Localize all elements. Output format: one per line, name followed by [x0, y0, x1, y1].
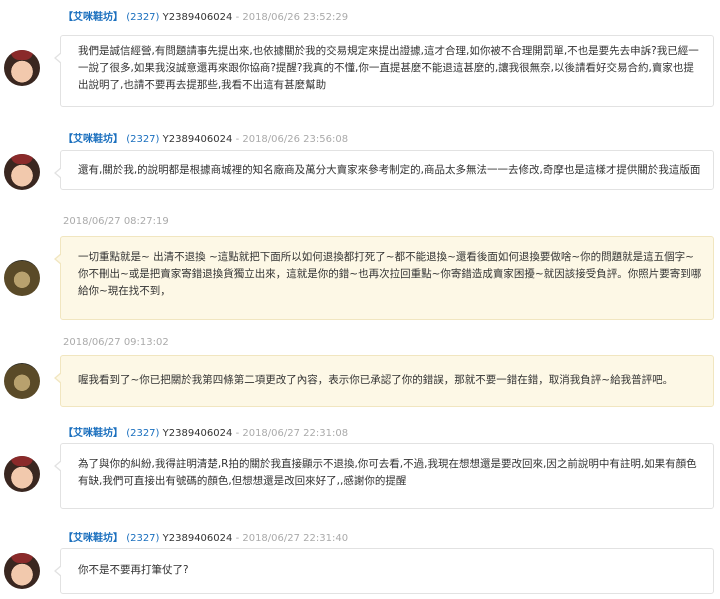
message-timestamp: - 2018/06/26 23:56:08 — [235, 134, 349, 145]
avatar — [4, 363, 40, 399]
message-timestamp: - 2018/06/27 22:31:40 — [235, 533, 349, 544]
message-bubble: 為了與你的糾紛,我得註明清楚,R拍的關於我直接顯示不退換,你可去看,不過,我現在… — [54, 443, 714, 509]
message-timestamp: 2018/06/27 09:13:02 — [63, 337, 169, 348]
seller-shop-name[interactable]: 【艾咪鞋坊】 — [63, 533, 123, 544]
avatar — [4, 154, 40, 190]
message-seller: 【艾咪鞋坊】 (2327) Y2389406024 - 2018/06/27 2… — [0, 523, 720, 599]
message-header: 2018/06/27 08:27:19 — [63, 216, 169, 227]
seller-user-id: Y2389406024 — [162, 12, 233, 23]
avatar — [4, 553, 40, 589]
message-bubble: 我們是誠信經營,有問題請事先提出來,也依據關於我的交易規定來提出證據,這才合理,… — [54, 35, 714, 107]
message-header: 2018/06/27 09:13:02 — [63, 337, 169, 348]
message-buyer: 2018/06/27 08:27:19 一切重點就是~ 出清不退換 ~這點就把下… — [0, 210, 720, 320]
avatar — [4, 260, 40, 296]
message-seller: 【艾咪鞋坊】 (2327) Y2389406024 - 2018/06/27 2… — [0, 418, 720, 518]
message-bubble: 還有,關於我,的說明都是根據商城裡的知名廠商及萬分大賣家來參考制定的,商品太多無… — [54, 150, 714, 190]
message-timestamp: - 2018/06/26 23:52:29 — [235, 12, 349, 23]
seller-shop-name[interactable]: 【艾咪鞋坊】 — [63, 12, 123, 23]
message-timestamp: 2018/06/27 08:27:19 — [63, 216, 169, 227]
message-text: 還有,關於我,的說明都是根據商城裡的知名廠商及萬分大賣家來參考制定的,商品太多無… — [78, 164, 701, 176]
avatar — [4, 50, 40, 86]
avatar — [4, 456, 40, 492]
message-bubble: 一切重點就是~ 出清不退換 ~這點就把下面所以如何退換都打死了~都不能退換~還看… — [54, 236, 714, 320]
seller-rating-count[interactable]: (2327) — [126, 12, 159, 23]
message-bubble: 喔我看到了~你已把關於我第四條第二項更改了內容，表示你已承認了你的錯誤，那就不要… — [54, 355, 714, 407]
message-header: 【艾咪鞋坊】 (2327) Y2389406024 - 2018/06/27 2… — [63, 424, 348, 439]
message-seller: 【艾咪鞋坊】 (2327) Y2389406024 - 2018/06/26 2… — [0, 0, 720, 110]
seller-user-id: Y2389406024 — [162, 134, 233, 145]
message-text: 你不是不要再打筆仗了? — [78, 564, 189, 576]
seller-rating-count[interactable]: (2327) — [126, 134, 159, 145]
message-seller: 【艾咪鞋坊】 (2327) Y2389406024 - 2018/06/26 2… — [0, 122, 720, 192]
message-header: 【艾咪鞋坊】 (2327) Y2389406024 - 2018/06/26 2… — [63, 130, 348, 145]
message-text: 為了與你的糾紛,我得註明清楚,R拍的關於我直接顯示不退換,你可去看,不過,我現在… — [78, 458, 697, 487]
message-text: 一切重點就是~ 出清不退換 ~這點就把下面所以如何退換都打死了~都不能退換~還看… — [78, 251, 702, 297]
message-text: 喔我看到了~你已把關於我第四條第二項更改了內容，表示你已承認了你的錯誤，那就不要… — [78, 374, 674, 386]
message-header: 【艾咪鞋坊】 (2327) Y2389406024 - 2018/06/27 2… — [63, 529, 348, 544]
message-buyer: 2018/06/27 09:13:02 喔我看到了~你已把關於我第四條第二項更改… — [0, 333, 720, 408]
seller-rating-count[interactable]: (2327) — [126, 428, 159, 439]
seller-shop-name[interactable]: 【艾咪鞋坊】 — [63, 134, 123, 145]
seller-rating-count[interactable]: (2327) — [126, 533, 159, 544]
message-bubble: 你不是不要再打筆仗了? — [54, 548, 714, 594]
message-text: 我們是誠信經營,有問題請事先提出來,也依據關於我的交易規定來提出證據,這才合理,… — [78, 45, 699, 91]
seller-user-id: Y2389406024 — [162, 533, 233, 544]
message-timestamp: - 2018/06/27 22:31:08 — [235, 428, 349, 439]
message-header: 【艾咪鞋坊】 (2327) Y2389406024 - 2018/06/26 2… — [63, 8, 348, 23]
seller-user-id: Y2389406024 — [162, 428, 233, 439]
seller-shop-name[interactable]: 【艾咪鞋坊】 — [63, 428, 123, 439]
